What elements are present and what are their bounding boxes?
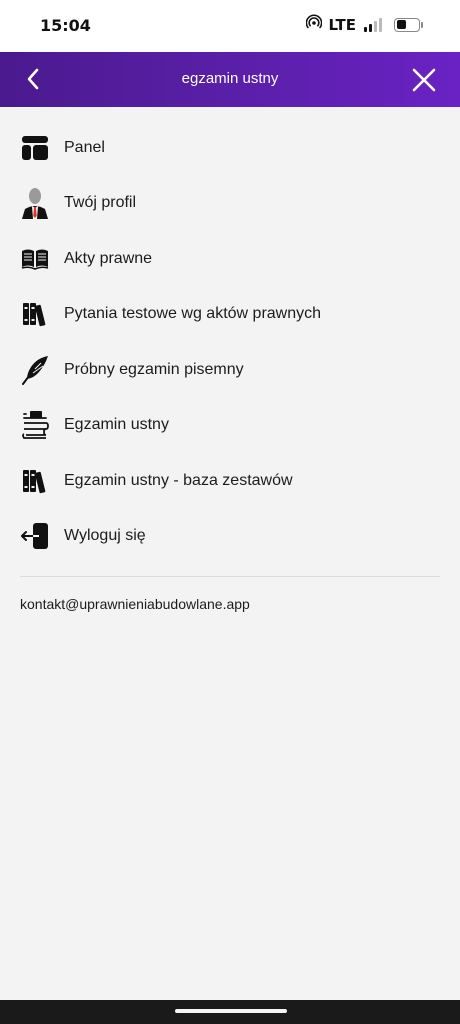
signal-strength-icon <box>364 17 382 32</box>
side-menu: Panel Twój profil Akty prawne Pytania te… <box>0 120 460 564</box>
menu-item-logout[interactable]: Wyloguj się <box>0 509 460 565</box>
menu-item-label: Panel <box>64 138 105 156</box>
menu-item-label: Egzamin ustny <box>64 416 169 434</box>
network-type: LTE <box>328 15 356 34</box>
status-indicators: LTE <box>306 14 423 35</box>
menu-item-label: Pytania testowe wg aktów prawnych <box>64 305 322 323</box>
open-book-icon <box>20 244 50 274</box>
status-bar: 15:04 LTE <box>0 0 460 52</box>
menu-item-oral-exam-sets[interactable]: Egzamin ustny - baza zestawów <box>0 453 460 509</box>
hotspot-icon <box>306 14 323 35</box>
page-title: egzamin ustny <box>181 70 279 87</box>
books-icon <box>20 466 50 496</box>
dashboard-icon <box>20 133 50 163</box>
close-icon <box>412 68 436 92</box>
status-time: 15:04 <box>40 16 91 35</box>
contact-email[interactable]: kontakt@uprawnieniabudowlane.app <box>20 596 250 612</box>
menu-item-oral-exam[interactable]: Egzamin ustny <box>0 398 460 454</box>
battery-icon <box>394 17 423 32</box>
home-indicator[interactable] <box>175 1009 287 1013</box>
scroll-icon <box>20 410 50 440</box>
logout-icon <box>20 521 50 551</box>
books-icon <box>20 299 50 329</box>
menu-item-label: Egzamin ustny - baza zestawów <box>64 471 293 489</box>
divider <box>20 576 440 577</box>
menu-item-label: Próbny egzamin pisemny <box>64 360 244 378</box>
user-profile-icon <box>20 188 50 220</box>
menu-item-label: Wyloguj się <box>64 527 146 545</box>
app-header: egzamin ustny <box>0 52 460 107</box>
feather-icon <box>20 355 50 385</box>
menu-item-legal-acts[interactable]: Akty prawne <box>0 231 460 287</box>
menu-item-label: Twój profil <box>64 194 137 212</box>
menu-item-written-exam[interactable]: Próbny egzamin pisemny <box>0 342 460 398</box>
system-nav-bar <box>0 1000 460 1024</box>
close-button[interactable] <box>410 66 438 94</box>
menu-item-label: Akty prawne <box>64 249 153 267</box>
menu-item-profile[interactable]: Twój profil <box>0 176 460 232</box>
menu-item-test-questions[interactable]: Pytania testowe wg aktów prawnych <box>0 287 460 343</box>
menu-item-panel[interactable]: Panel <box>0 120 460 176</box>
